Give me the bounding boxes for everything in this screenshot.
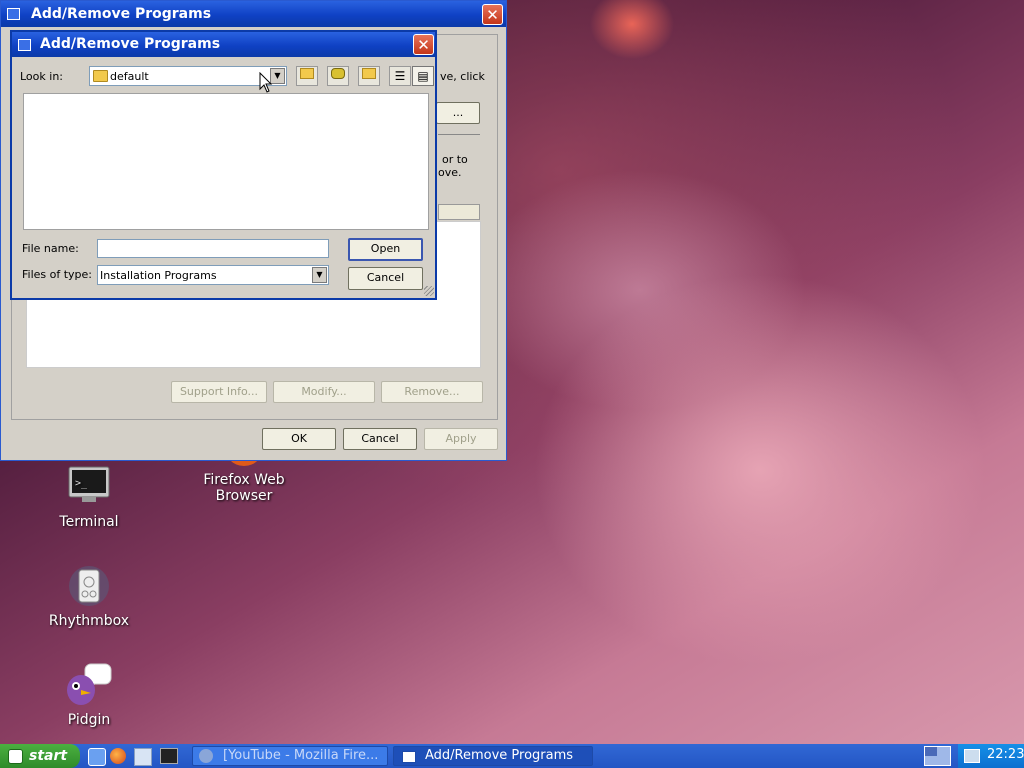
cancel-button[interactable]: Cancel xyxy=(343,428,417,450)
window-titlebar[interactable]: Add/Remove Programs ✕ xyxy=(1,1,506,27)
terminal-icon: >_ xyxy=(68,466,110,508)
look-in-dropdown[interactable]: default ▼ xyxy=(89,66,287,86)
firefox-task-icon xyxy=(199,749,213,763)
look-in-label: Look in: xyxy=(20,70,63,83)
firefox-quicklaunch-icon[interactable] xyxy=(110,748,126,764)
list-view-button[interactable]: ☰ xyxy=(389,66,411,86)
desktop-icon-label: Firefox Web Browser xyxy=(203,472,285,504)
resize-grip-icon[interactable] xyxy=(424,286,434,296)
separator xyxy=(438,134,480,135)
start-label: start xyxy=(29,748,68,764)
dialog-window-icon xyxy=(18,39,31,51)
details-view-button[interactable]: ▤ xyxy=(412,66,434,86)
svg-text:>_: >_ xyxy=(75,478,88,489)
programs-list-header xyxy=(438,204,480,220)
window-task-icon xyxy=(402,751,416,763)
ok-button[interactable]: OK xyxy=(262,428,336,450)
taskbar-item-add-remove-programs[interactable]: Add/Remove Programs xyxy=(393,746,593,766)
files-of-type-value: Installation Programs xyxy=(100,269,217,282)
open-button[interactable]: Open xyxy=(348,238,423,261)
remove-button[interactable]: Remove... xyxy=(381,381,483,403)
chevron-down-icon: ▼ xyxy=(316,270,323,279)
start-logo-icon xyxy=(8,749,23,764)
up-folder-button[interactable] xyxy=(296,66,318,86)
chevron-down-icon: ▼ xyxy=(274,71,281,80)
up-folder-icon xyxy=(300,68,314,79)
window-icon xyxy=(7,8,20,20)
close-icon: ✕ xyxy=(417,36,430,54)
file-list-area[interactable] xyxy=(23,93,429,230)
files-of-type-label: Files of type: xyxy=(22,268,93,281)
new-folder-icon xyxy=(362,68,376,79)
modify-button[interactable]: Modify... xyxy=(273,381,375,403)
dialog-title: Add/Remove Programs xyxy=(40,36,221,52)
apply-button[interactable]: Apply xyxy=(424,428,498,450)
partial-browse-button[interactable]: ... xyxy=(436,102,480,124)
rhythmbox-icon xyxy=(68,565,110,607)
files-of-type-dropdown[interactable]: Installation Programs ▼ xyxy=(97,265,329,285)
system-tray: 22:23 xyxy=(958,744,1024,768)
desktop-icon xyxy=(331,68,345,79)
taskbar-item-firefox[interactable]: [YouTube - Mozilla Fire... xyxy=(192,746,388,766)
dialog-close-button[interactable]: ✕ xyxy=(413,34,434,55)
files-of-type-dropdown-arrow[interactable]: ▼ xyxy=(312,267,327,283)
quick-launch-bar xyxy=(84,746,184,766)
look-in-value: default xyxy=(110,70,149,83)
taskbar: start [YouTube - Mozilla Fire... Add/Rem… xyxy=(0,744,1024,768)
desktop-icon-pidgin[interactable]: Pidgin xyxy=(24,662,154,728)
partial-instruction-text: ove. xyxy=(438,166,462,179)
support-info-button[interactable]: Support Info... xyxy=(171,381,267,403)
terminal-quicklaunch-icon[interactable] xyxy=(160,748,178,764)
pidgin-icon xyxy=(65,662,113,706)
network-icon[interactable] xyxy=(964,749,980,763)
desktop-icon-label: Terminal xyxy=(59,514,119,530)
dialog-cancel-button[interactable]: Cancel xyxy=(348,267,423,290)
clock: 22:23 xyxy=(987,747,1024,762)
taskbar-item-label: Add/Remove Programs xyxy=(425,748,574,763)
file-name-label: File name: xyxy=(22,242,79,255)
close-icon: ✕ xyxy=(486,6,499,24)
partial-instruction-text: or to xyxy=(442,153,468,166)
file-open-dialog: Add/Remove Programs ✕ Look in: default ▼… xyxy=(10,30,437,300)
desktop-icon-terminal[interactable]: >_ Terminal xyxy=(24,466,154,530)
file-name-input[interactable] xyxy=(97,239,329,258)
desktop-icon-rhythmbox[interactable]: Rhythmbox xyxy=(24,565,154,629)
window-title: Add/Remove Programs xyxy=(31,6,212,22)
partial-instruction-text: ve, click xyxy=(440,70,485,83)
dialog-titlebar[interactable]: Add/Remove Programs ✕ xyxy=(12,32,435,57)
desktop-button[interactable] xyxy=(327,66,349,86)
start-button[interactable]: start xyxy=(0,744,80,768)
new-folder-button[interactable] xyxy=(358,66,380,86)
folder-icon xyxy=(93,70,108,82)
mouse-pointer-icon xyxy=(259,72,273,93)
close-button[interactable]: ✕ xyxy=(482,4,503,25)
desktop-icon-label: Pidgin xyxy=(67,712,111,728)
workspace-switcher[interactable] xyxy=(924,746,951,766)
show-desktop-icon[interactable] xyxy=(88,748,106,766)
workspace-grid-icon xyxy=(925,747,937,756)
list-view-icon: ☰ xyxy=(394,69,406,83)
details-view-icon: ▤ xyxy=(417,69,429,83)
taskbar-item-label: [YouTube - Mozilla Fire... xyxy=(223,748,379,763)
desktop-icon-label: Rhythmbox xyxy=(48,613,130,629)
file-manager-quicklaunch-icon[interactable] xyxy=(134,748,152,766)
